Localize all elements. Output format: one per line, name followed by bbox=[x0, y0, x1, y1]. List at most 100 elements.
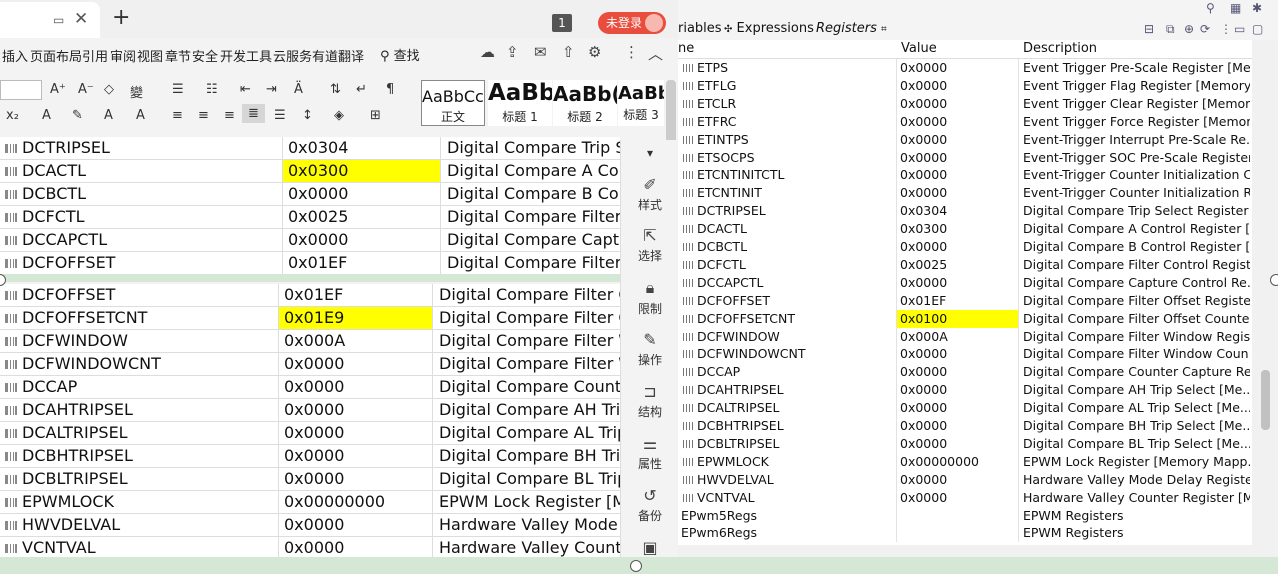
toggle-icon[interactable]: ⧉ bbox=[1166, 22, 1175, 37]
register-value[interactable]: 0x0000 bbox=[897, 273, 1019, 292]
clear-format-icon[interactable]: ◇ bbox=[104, 82, 114, 97]
register-value[interactable]: 0x0000 bbox=[897, 76, 1019, 95]
register-row[interactable]: ETSOCPS 0x0000 Event-Trigger SOC Pre-Scale… bbox=[678, 148, 1250, 167]
register-row[interactable]: HWVDELVAL 0x0000 Hardware Valley Mode Dela… bbox=[678, 470, 1250, 489]
register-value[interactable]: 0x0000 bbox=[897, 399, 1019, 418]
subscript-icon[interactable]: x₂ bbox=[6, 108, 19, 123]
register-value[interactable]: 0x000A bbox=[897, 327, 1019, 346]
register-value[interactable]: 0x0000 bbox=[897, 381, 1019, 400]
menu-youdao[interactable]: 有道翻译 bbox=[312, 46, 364, 65]
tab-expressions[interactable]: ✣ Expressions bbox=[724, 21, 814, 36]
horizontal-scrollbar[interactable] bbox=[678, 545, 1278, 557]
register-row[interactable]: ETCNTINITCTL 0x0000 Event-Trigger Counter … bbox=[678, 166, 1250, 185]
view-menu-icon[interactable]: ⋮ bbox=[1220, 22, 1232, 36]
distribute-icon[interactable]: ☰ bbox=[274, 108, 286, 123]
maximize-icon[interactable]: ▢ bbox=[1252, 22, 1263, 36]
sidebar-item-style[interactable]: ✐ 样式 bbox=[621, 175, 678, 213]
tab-registers[interactable]: Registers ⌗ bbox=[816, 21, 887, 36]
style-heading-3[interactable]: AaBb 标题 3 bbox=[618, 80, 664, 126]
table-row[interactable]: DCALTRIPSEL 0x0000 Digital Compare AL Trip bbox=[0, 422, 620, 445]
register-row[interactable]: DCFOFFSET 0x01EF Digital Compare Filter Of… bbox=[678, 291, 1250, 310]
menu-cloud[interactable]: 云服务 bbox=[273, 46, 312, 65]
tab-variables[interactable]: riables bbox=[678, 21, 722, 36]
table-row[interactable]: DCFOFFSET 0x01EF Digital Compare Filter O bbox=[0, 284, 620, 307]
register-value[interactable]: 0x0000 bbox=[897, 59, 1019, 77]
style-heading-2[interactable]: AaBb( 标题 2 bbox=[553, 80, 617, 126]
show-marks-icon[interactable]: ↵ bbox=[356, 82, 367, 97]
register-row[interactable]: DCCAPCTL 0x0000 Digital Compare Capture Co… bbox=[678, 273, 1250, 292]
table-row[interactable]: EPWMLOCK 0x00000000 EPWM Lock Register [Me bbox=[0, 491, 620, 514]
outdent-icon[interactable]: ⇤ bbox=[240, 82, 251, 97]
sidebar-item-restrict[interactable]: 🔒︎ 限制 bbox=[621, 278, 678, 317]
table-row[interactable]: DCBLTRIPSEL 0x0000 Digital Compare BL Trip bbox=[0, 468, 620, 491]
register-value[interactable] bbox=[897, 506, 1019, 525]
resize-handle[interactable] bbox=[1270, 274, 1278, 286]
asian-layout-icon[interactable]: Ä bbox=[294, 82, 303, 97]
register-row[interactable]: DCAHTRIPSEL 0x0000 Digital Compare AH Trip… bbox=[678, 381, 1250, 400]
line-spacing-icon[interactable]: ↕ bbox=[302, 108, 313, 123]
collapse-ribbon-icon[interactable]: ︿ bbox=[648, 43, 663, 64]
column-value-header[interactable]: Value bbox=[901, 41, 937, 56]
grow-font-icon[interactable]: A⁺ bbox=[50, 82, 66, 97]
menu-security[interactable]: 安全 bbox=[192, 46, 218, 65]
register-row[interactable]: DCFCTL 0x0025 Digital Compare Filter Contr… bbox=[678, 255, 1250, 274]
register-value[interactable]: 0x0000 bbox=[897, 434, 1019, 453]
new-icon[interactable]: ⊕ bbox=[1184, 22, 1194, 36]
layout-icon[interactable]: ▦ bbox=[1230, 1, 1241, 15]
search-icon[interactable]: ⚲ bbox=[1206, 1, 1215, 15]
indent-icon[interactable]: ⇥ bbox=[266, 82, 277, 97]
register-row[interactable]: DCFOFFSETCNT 0x0100 Digital Compare Filter… bbox=[678, 309, 1250, 328]
register-row[interactable]: DCBHTRIPSEL 0x0000 Digital Compare BH Trip… bbox=[678, 417, 1250, 435]
register-row[interactable]: DCALTRIPSEL 0x0000 Digital Compare AL Trip… bbox=[678, 399, 1250, 418]
register-row[interactable]: DCFWINDOWCNT 0x0000 Digital Compare Filter… bbox=[678, 345, 1250, 364]
vertical-scrollbar[interactable] bbox=[1252, 40, 1278, 545]
register-group-row[interactable]: EPwm5Regs EPWM Registers bbox=[678, 506, 1250, 525]
register-row[interactable]: ETFLG 0x0000 Event Trigger Flag Register [… bbox=[678, 76, 1250, 95]
register-value[interactable]: 0x0000 bbox=[897, 184, 1019, 203]
table-row[interactable]: DCACTL 0x0300 Digital Compare A Con bbox=[0, 160, 620, 183]
sidebar-item-properties[interactable]: ⚌ 属性 bbox=[621, 434, 678, 472]
register-value[interactable]: 0x0000 bbox=[897, 238, 1019, 256]
split-divider[interactable] bbox=[0, 274, 678, 282]
register-group-row[interactable]: EPwm6Regs EPWM Registers bbox=[678, 524, 1250, 543]
numbering-icon[interactable]: ☷ bbox=[206, 82, 218, 97]
sidebar-collapse-icon[interactable]: ▾ bbox=[621, 146, 678, 160]
export-icon[interactable]: ⇧ bbox=[562, 43, 575, 61]
char-shading-icon[interactable]: A bbox=[136, 108, 145, 123]
paragraph-icon[interactable]: ¶ bbox=[386, 82, 394, 97]
menu-insert[interactable]: 插入 bbox=[2, 46, 28, 65]
phonetic-icon[interactable]: 變 bbox=[130, 82, 143, 101]
register-value[interactable]: 0x0300 bbox=[897, 220, 1019, 239]
resize-handle[interactable] bbox=[630, 560, 642, 572]
table-row[interactable]: DCFCTL 0x0025 Digital Compare Filter bbox=[0, 206, 620, 229]
register-row[interactable]: ETFRC 0x0000 Event Trigger Force Register … bbox=[678, 112, 1250, 131]
register-value[interactable]: 0x0000 bbox=[897, 488, 1019, 507]
table-row[interactable]: DCFWINDOW 0x000A Digital Compare Filter W bbox=[0, 330, 620, 353]
table-row[interactable]: DCCAPCTL 0x0000 Digital Compare Captu bbox=[0, 229, 620, 252]
menu-review[interactable]: 审阅 bbox=[110, 46, 136, 65]
align-left-icon[interactable]: ≡ bbox=[172, 108, 183, 123]
register-value[interactable]: 0x0100 bbox=[897, 309, 1019, 328]
align-center-icon[interactable]: ≡ bbox=[198, 108, 209, 123]
share-icon[interactable]: ⇪ bbox=[506, 43, 519, 61]
menu-view[interactable]: 视图 bbox=[137, 46, 163, 65]
register-row[interactable]: DCCAP 0x0000 Digital Compare Counter Captu… bbox=[678, 363, 1250, 382]
register-value[interactable]: 0x0000 bbox=[897, 470, 1019, 489]
minimize-icon[interactable]: ▭ bbox=[1234, 22, 1245, 36]
borders-icon[interactable]: ⊞ bbox=[370, 108, 381, 123]
column-name-header[interactable]: ne bbox=[678, 41, 694, 56]
register-row[interactable]: ETINTPS 0x0000 Event-Trigger Interrupt Pre… bbox=[678, 130, 1250, 149]
more-icon[interactable]: ⋮ bbox=[624, 43, 639, 61]
comment-icon[interactable]: ✉ bbox=[534, 43, 547, 61]
shrink-font-icon[interactable]: A⁻ bbox=[78, 82, 94, 97]
menu-references[interactable]: 引用 bbox=[82, 46, 108, 65]
register-value[interactable]: 0x0000 bbox=[897, 112, 1019, 131]
table-row[interactable]: DCFOFFSET 0x01EF Digital Compare Filter bbox=[0, 252, 620, 274]
debug-icon[interactable]: ✱ bbox=[1252, 1, 1262, 15]
table-row[interactable]: DCAHTRIPSEL 0x0000 Digital Compare AH Trip bbox=[0, 399, 620, 422]
sort-icon[interactable]: ⇅ bbox=[330, 82, 341, 97]
sidebar-item-structure[interactable]: ⊐ 结构 bbox=[621, 382, 678, 420]
close-tab-icon[interactable]: ✕ bbox=[74, 9, 88, 29]
register-row[interactable]: ETPS 0x0000 Event Trigger Pre-Scale Regist… bbox=[678, 59, 1250, 77]
register-row[interactable]: VCNTVAL 0x0000 Hardware Valley Counter Reg… bbox=[678, 488, 1250, 507]
